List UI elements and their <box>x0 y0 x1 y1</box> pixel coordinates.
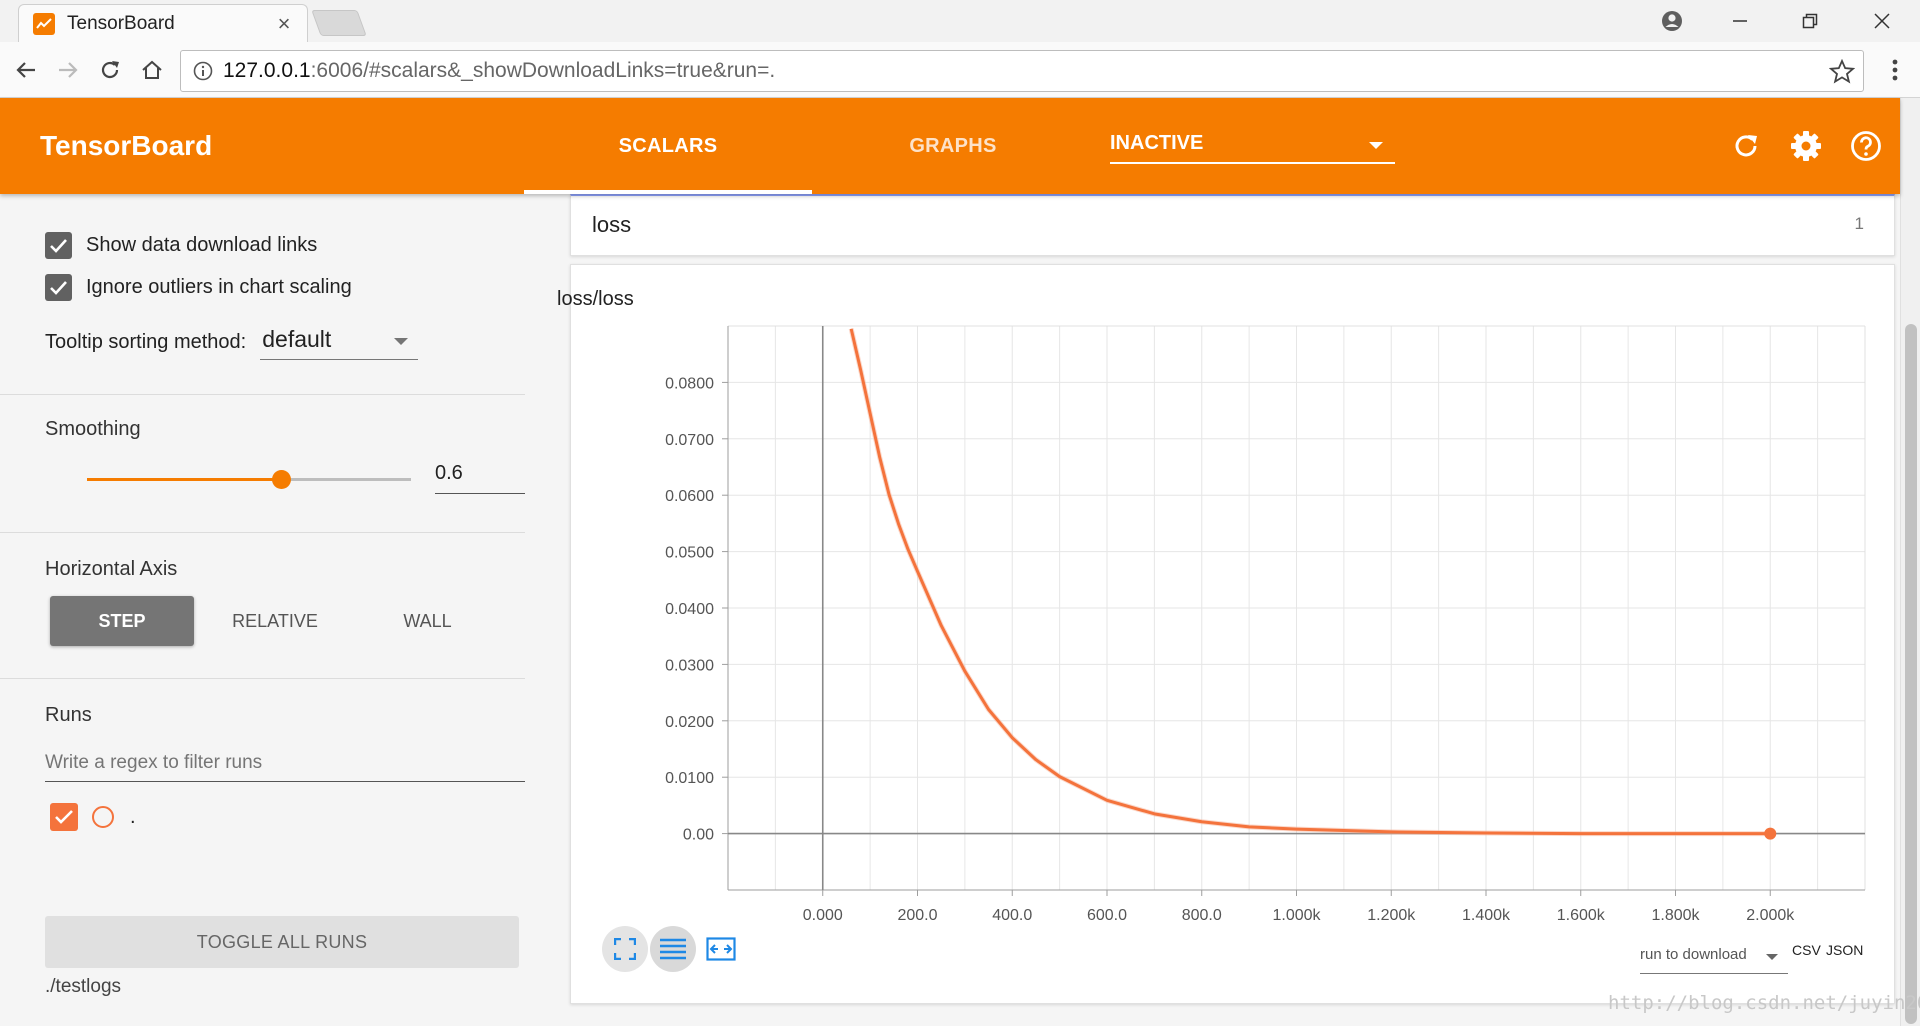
chevron-down-icon <box>1369 142 1383 149</box>
scrollbar-thumb[interactable] <box>1905 324 1917 1024</box>
horizontal-axis-step-button[interactable]: STEP <box>50 596 194 646</box>
inactive-plugins-dropdown[interactable]: INACTIVE <box>1110 128 1395 164</box>
ignore-outliers-label: Ignore outliers in chart scaling <box>86 276 352 298</box>
tooltip-sorting-value: default <box>262 326 332 352</box>
run-checkbox[interactable] <box>50 803 78 831</box>
reload-icon[interactable] <box>1728 128 1764 164</box>
profile-icon[interactable] <box>1648 2 1696 40</box>
main-content: loss 1 <box>525 194 1900 1026</box>
browser-tab[interactable]: TensorBoard × <box>18 4 308 42</box>
tab-close-icon[interactable]: × <box>271 11 297 37</box>
browser-tab-title: TensorBoard <box>67 12 175 34</box>
window-close-icon[interactable] <box>1858 2 1906 40</box>
horizontal-axis-relative-button[interactable]: RELATIVE <box>210 596 340 646</box>
horizontal-axis-heading: Horizontal Axis <box>45 558 178 580</box>
tooltip-sorting-label: Tooltip sorting method: <box>45 330 247 353</box>
logdir-path: ./testlogs <box>45 976 122 997</box>
checkmark-icon <box>50 281 67 295</box>
window-minimize-icon[interactable] <box>1716 2 1764 40</box>
ignore-outliers-row[interactable]: Ignore outliers in chart scaling <box>45 274 352 301</box>
chevron-down-icon <box>394 338 409 345</box>
runs-heading: Runs <box>45 704 92 726</box>
run-radio-button[interactable] <box>92 806 114 828</box>
smoothing-heading: Smoothing <box>45 418 141 440</box>
tag-group-count: 1 <box>1854 214 1864 233</box>
inactive-dropdown-label: INACTIVE <box>1110 132 1204 154</box>
url-host: 127.0.0.1 <box>223 59 311 82</box>
runs-filter-input[interactable]: Write a regex to filter runs <box>45 746 525 782</box>
sidebar: Show data download links Ignore outliers… <box>0 194 525 1026</box>
help-icon[interactable] <box>1848 128 1884 164</box>
run-to-download-select[interactable]: run to download <box>1640 938 1788 974</box>
tooltip-sorting-row: Tooltip sorting method: default <box>45 322 419 362</box>
tab-graphs[interactable]: GRAPHS <box>860 98 1046 194</box>
scalar-chart-card <box>570 264 1895 1004</box>
download-csv-link[interactable]: CSV <box>1792 942 1821 958</box>
browser-menu-icon[interactable] <box>1880 54 1910 86</box>
url-text[interactable]: 127.0.0.1:6006/#scalars&_showDownloadLin… <box>223 59 775 83</box>
tensorboard-favicon-icon <box>33 12 55 35</box>
checkmark-icon <box>55 810 73 824</box>
show-download-links-row[interactable]: Show data download links <box>45 232 317 259</box>
browser-toolbar: 127.0.0.1:6006/#scalars&_showDownloadLin… <box>0 42 1920 98</box>
section-divider <box>0 532 525 533</box>
new-tab-button[interactable] <box>311 10 367 36</box>
download-json-link[interactable]: JSON <box>1826 942 1863 958</box>
log-scale-icon[interactable] <box>650 926 696 972</box>
back-arrow-icon[interactable] <box>10 54 42 86</box>
tag-group-title: loss <box>592 212 632 237</box>
ignore-outliers-checkbox[interactable] <box>45 274 72 301</box>
section-divider <box>0 394 525 395</box>
tooltip-sorting-select[interactable]: default <box>260 324 419 360</box>
run-to-download-label: run to download <box>1640 946 1747 963</box>
address-bar[interactable]: 127.0.0.1:6006/#scalars&_showDownloadLin… <box>180 50 1864 92</box>
gear-icon[interactable] <box>1788 128 1824 164</box>
chevron-down-icon <box>1766 954 1778 960</box>
checkmark-icon <box>50 239 67 253</box>
smoothing-slider-fill <box>87 478 282 481</box>
show-download-links-checkbox[interactable] <box>45 232 72 259</box>
browser-tab-strip: TensorBoard × <box>0 0 1920 42</box>
chart-title: loss/loss <box>557 288 634 310</box>
toggle-all-runs-button[interactable]: TOGGLE ALL RUNS <box>45 916 519 968</box>
page-scrollbar[interactable] <box>1900 98 1920 1026</box>
watermark-text: http://blog.csdn.net/juyin2015 <box>1608 992 1920 1014</box>
section-divider <box>0 678 525 679</box>
forward-arrow-icon[interactable] <box>52 54 84 86</box>
window-restore-icon[interactable] <box>1786 2 1834 40</box>
fullscreen-icon[interactable] <box>602 926 648 972</box>
run-name: . <box>130 805 136 828</box>
browser-reload-icon[interactable] <box>94 54 126 86</box>
fit-domain-icon[interactable] <box>698 926 744 972</box>
info-icon[interactable] <box>193 61 213 81</box>
app-title: TensorBoard <box>40 130 213 161</box>
tab-scalars[interactable]: SCALARS <box>524 98 812 194</box>
tag-group-header[interactable]: loss 1 <box>570 194 1895 256</box>
home-icon[interactable] <box>136 54 168 86</box>
smoothing-input[interactable]: 0.6 <box>435 460 525 494</box>
app-header: TensorBoard SCALARS GRAPHS INACTIVE <box>0 98 1900 194</box>
smoothing-slider[interactable] <box>87 470 411 489</box>
show-download-links-label: Show data download links <box>86 234 318 256</box>
url-path: :6006/#scalars&_showDownloadLinks=true&r… <box>310 59 776 82</box>
bookmark-star-icon[interactable] <box>1829 59 1855 85</box>
horizontal-axis-wall-button[interactable]: WALL <box>365 596 490 646</box>
run-item[interactable]: . <box>50 802 136 832</box>
smoothing-slider-thumb[interactable] <box>272 470 292 489</box>
